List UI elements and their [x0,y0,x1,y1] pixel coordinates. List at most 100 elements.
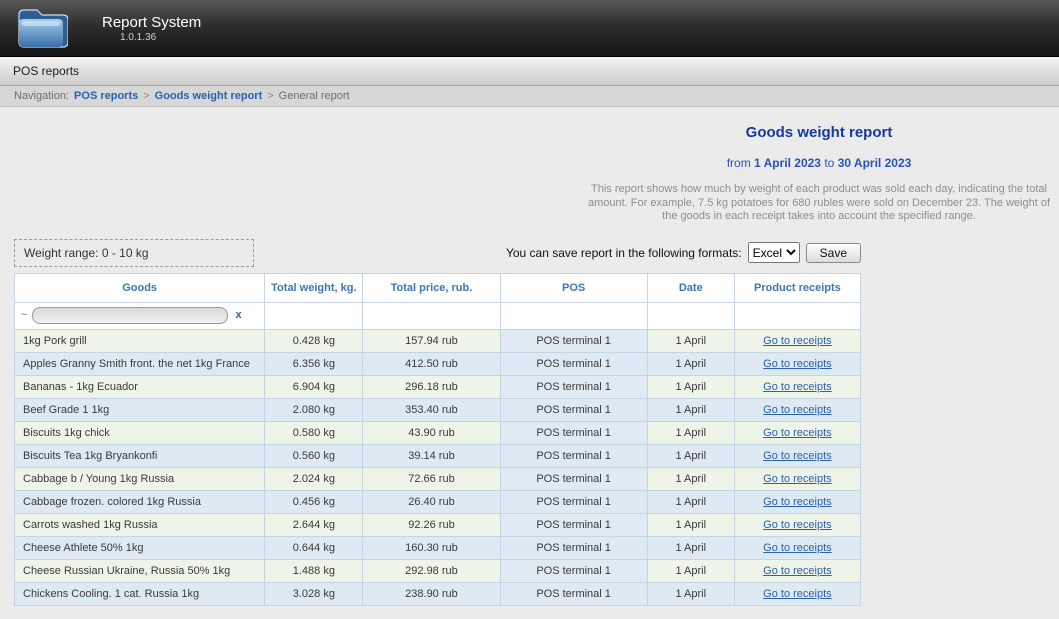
table-row: 1kg Pork grill 0.428 kg 157.94 rub POS t… [15,329,861,352]
go-to-receipts-link[interactable]: Go to receipts [763,404,831,416]
go-to-receipts-link[interactable]: Go to receipts [763,496,831,508]
app-version: 1.0.1.36 [120,32,201,43]
breadcrumb-pos-reports[interactable]: POS reports [74,90,138,102]
date-cell: 1 April [647,467,734,490]
goods-cell: Cheese Russian Ukraine, Russia 50% 1kg [15,559,265,582]
total-weight-cell: 0.560 kg [265,444,363,467]
goods-cell: 1kg Pork grill [15,329,265,352]
total-price-cell: 43.90 rub [363,421,500,444]
go-to-receipts-link[interactable]: Go to receipts [763,358,831,370]
table-row: Cabbage frozen. colored 1kg Russia 0.456… [15,490,861,513]
period-end-date: 30 April 2023 [838,156,912,170]
date-cell: 1 April [647,536,734,559]
table-row: Apples Granny Smith front. the net 1kg F… [15,352,861,375]
total-price-cell: 72.66 rub [363,467,500,490]
receipts-cell: Go to receipts [734,329,860,352]
table-row: Cabbage b / Young 1kg Russia 2.024 kg 72… [15,467,861,490]
filter-empty-cell [647,302,734,329]
col-header-total-weight[interactable]: Total weight, kg. [265,273,363,302]
go-to-receipts-link[interactable]: Go to receipts [763,335,831,347]
table-body: 1kg Pork grill 0.428 kg 157.94 rub POS t… [15,329,861,605]
col-header-total-price[interactable]: Total price, rub. [363,273,500,302]
main-content: Goods weight report from 1 April 2023 to… [0,124,1059,606]
goods-cell: Cabbage frozen. colored 1kg Russia [15,490,265,513]
date-cell: 1 April [647,490,734,513]
pos-cell: POS terminal 1 [500,490,647,513]
controls-row: Weight range: 0 - 10 kg You can save rep… [14,239,861,267]
report-table: Goods Total weight, kg. Total price, rub… [14,273,861,606]
filter-empty-cell [363,302,500,329]
receipts-cell: Go to receipts [734,490,860,513]
goods-cell: Biscuits 1kg chick [15,421,265,444]
goods-cell: Bananas - 1kg Ecuador [15,375,265,398]
go-to-receipts-link[interactable]: Go to receipts [763,427,831,439]
goods-filter-input[interactable] [32,307,228,324]
breadcrumb-separator: > [267,90,273,102]
receipts-cell: Go to receipts [734,421,860,444]
total-price-cell: 292.98 rub [363,559,500,582]
table-row: Biscuits 1kg chick 0.580 kg 43.90 rub PO… [15,421,861,444]
report-period: from 1 April 2023 to 30 April 2023 [581,156,1057,170]
weight-range-box: Weight range: 0 - 10 kg [14,239,254,267]
table-row: Chickens Cooling. 1 cat. Russia 1kg 3.02… [15,582,861,605]
pos-cell: POS terminal 1 [500,352,647,375]
filter-empty-cell [500,302,647,329]
col-header-date[interactable]: Date [647,273,734,302]
date-cell: 1 April [647,375,734,398]
period-prefix: from [727,156,751,170]
filter-clear-button[interactable]: x [235,309,241,321]
save-format-label: You can save report in the following for… [506,246,742,260]
total-weight-cell: 0.644 kg [265,536,363,559]
total-price-cell: 160.30 rub [363,536,500,559]
app-title: Report System [102,14,201,31]
receipts-cell: Go to receipts [734,513,860,536]
total-weight-cell: 3.028 kg [265,582,363,605]
format-select[interactable]: Excel [748,242,800,263]
receipts-cell: Go to receipts [734,559,860,582]
col-header-pos[interactable]: POS [500,273,647,302]
total-weight-cell: 6.904 kg [265,375,363,398]
goods-cell: Biscuits Tea 1kg Bryankonfi [15,444,265,467]
table-header-row: Goods Total weight, kg. Total price, rub… [15,273,861,302]
receipts-cell: Go to receipts [734,444,860,467]
total-weight-cell: 0.580 kg [265,421,363,444]
receipts-cell: Go to receipts [734,352,860,375]
breadcrumb-label: Navigation: [14,90,69,102]
goods-filter-cell: ~x [15,302,265,329]
total-price-cell: 238.90 rub [363,582,500,605]
pos-cell: POS terminal 1 [500,329,647,352]
total-price-cell: 39.14 rub [363,444,500,467]
total-weight-cell: 0.456 kg [265,490,363,513]
period-start-date: 1 April 2023 [754,156,821,170]
table-row: Carrots washed 1kg Russia 2.644 kg 92.26… [15,513,861,536]
table-row: Cheese Russian Ukraine, Russia 50% 1kg 1… [15,559,861,582]
app-header: Report System 1.0.1.36 [0,0,1059,57]
go-to-receipts-link[interactable]: Go to receipts [763,588,831,600]
go-to-receipts-link[interactable]: Go to receipts [763,381,831,393]
filter-tilde-label: ~ [21,309,27,321]
goods-cell: Beef Grade 1 1kg [15,398,265,421]
table-row: Beef Grade 1 1kg 2.080 kg 353.40 rub POS… [15,398,861,421]
col-header-product-receipts[interactable]: Product receipts [734,273,860,302]
total-price-cell: 26.40 rub [363,490,500,513]
go-to-receipts-link[interactable]: Go to receipts [763,565,831,577]
go-to-receipts-link[interactable]: Go to receipts [763,519,831,531]
folder-icon [14,4,68,52]
total-weight-cell: 2.080 kg [265,398,363,421]
save-button[interactable]: Save [806,243,861,263]
section-label: POS reports [13,64,79,78]
go-to-receipts-link[interactable]: Go to receipts [763,542,831,554]
col-header-goods[interactable]: Goods [15,273,265,302]
go-to-receipts-link[interactable]: Go to receipts [763,450,831,462]
goods-cell: Chickens Cooling. 1 cat. Russia 1kg [15,582,265,605]
pos-cell: POS terminal 1 [500,375,647,398]
filter-row: ~x [15,302,861,329]
table-row: Bananas - 1kg Ecuador 6.904 kg 296.18 ru… [15,375,861,398]
app-title-block: Report System 1.0.1.36 [102,14,201,43]
total-price-cell: 412.50 rub [363,352,500,375]
report-description: This report shows how much by weight of … [581,183,1057,224]
go-to-receipts-link[interactable]: Go to receipts [763,473,831,485]
receipts-cell: Go to receipts [734,375,860,398]
breadcrumb-goods-weight-report[interactable]: Goods weight report [155,90,263,102]
receipts-cell: Go to receipts [734,467,860,490]
